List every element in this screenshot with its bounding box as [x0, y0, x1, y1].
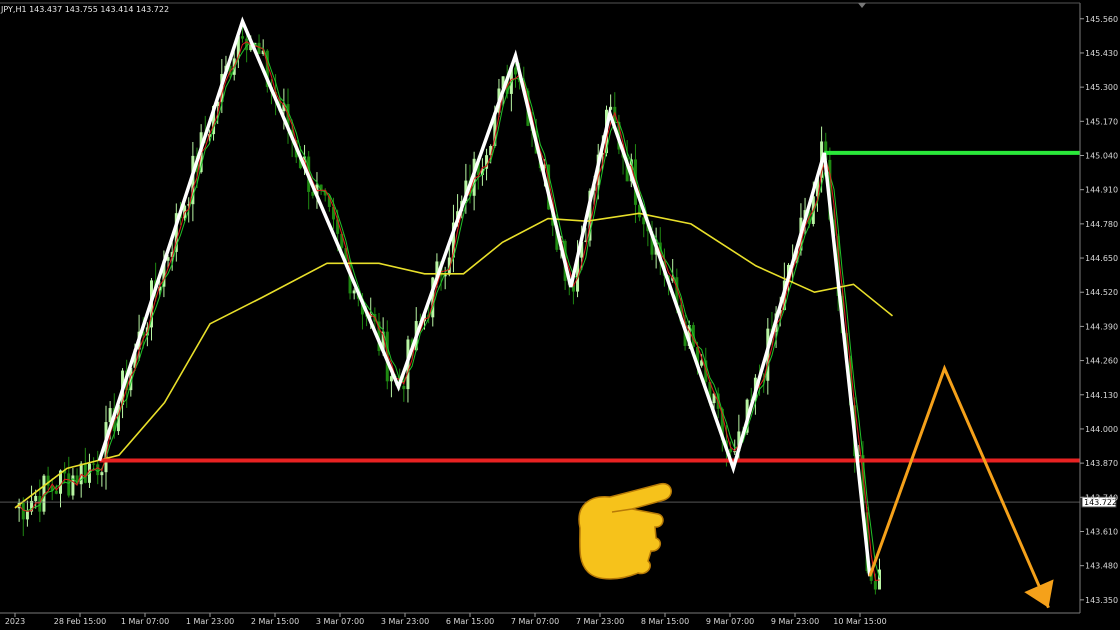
y-tick-label: 144.390 — [1085, 322, 1118, 331]
y-tick-label: 144.780 — [1085, 220, 1118, 229]
candle-body — [67, 473, 71, 496]
y-tick-label: 145.560 — [1085, 15, 1118, 24]
x-tick-label: 2 Mar 15:00 — [251, 617, 299, 626]
x-tick-label: 7 Mar 07:00 — [511, 617, 559, 626]
chart-header-text: JPY,H1 143.437 143.755 143.414 143.722 — [0, 5, 169, 14]
x-tick-label: 10 Mar 15:00 — [833, 617, 886, 626]
ma-mid-line — [14, 41, 880, 578]
candle-body — [241, 36, 244, 39]
candle-body — [83, 463, 87, 483]
axes-layer: 145.560 145.430 145.300 145.170 145.040 144.9… — [0, 2, 1118, 626]
x-tick-label: 2023 — [5, 617, 25, 626]
candle-body — [729, 448, 733, 453]
x-tick-label: 28 Feb 15:00 — [54, 617, 106, 626]
triangle-down-icon — [858, 3, 866, 8]
zigzag-line — [97, 16, 872, 577]
y-tick-label: 143.610 — [1085, 527, 1118, 536]
y-tick-label: 145.040 — [1085, 152, 1118, 161]
candle-body — [96, 464, 100, 476]
candle-body — [514, 67, 517, 75]
x-tick-label: 1 Mar 23:00 — [186, 617, 234, 626]
candle-body — [402, 386, 406, 390]
x-tick-label: 1 Mar 07:00 — [121, 617, 169, 626]
y-tick-label: 143.870 — [1085, 459, 1118, 468]
pointing-hand-shape — [578, 482, 672, 580]
y-tick-label: 145.430 — [1085, 49, 1118, 58]
x-tick-label: 3 Mar 07:00 — [316, 617, 364, 626]
candle-body — [21, 502, 25, 520]
x-tick-label: 9 Mar 07:00 — [706, 617, 754, 626]
levels-layer: 143.722 — [0, 150, 1117, 508]
y-tick-label: 145.170 — [1085, 117, 1118, 126]
zigzag-layer — [97, 16, 872, 577]
candle-body — [25, 511, 29, 520]
price-chart[interactable]: JPY,H1 143.437 143.755 143.414 143.722 1… — [0, 0, 1120, 630]
candle-body — [352, 290, 356, 294]
ma-fast-line — [14, 41, 880, 582]
y-tick-label: 144.910 — [1085, 186, 1118, 195]
y-tick-label: 144.260 — [1085, 357, 1118, 366]
y-tick-label: 143.480 — [1085, 562, 1118, 571]
candle-body — [257, 42, 261, 54]
candle-body — [873, 580, 877, 590]
y-tick-label: 144.130 — [1085, 391, 1118, 400]
x-tick-label: 9 Mar 23:00 — [771, 617, 819, 626]
x-tick-label: 3 Mar 23:00 — [381, 617, 429, 626]
candle-body — [34, 495, 38, 501]
projection-line — [868, 364, 1050, 609]
y-tick-label: 144.650 — [1085, 254, 1118, 263]
projection-layer — [868, 364, 1054, 609]
chart-area[interactable]: JPY,H1 143.437 143.755 143.414 143.722 1… — [0, 0, 1120, 630]
y-tick-label: 144.520 — [1085, 288, 1118, 297]
candle-body — [92, 463, 96, 465]
pointing-hand-icon — [578, 482, 672, 580]
y-tick-label: 143.350 — [1085, 596, 1118, 605]
y-tick-label: 143.740 — [1085, 493, 1118, 502]
y-tick-label: 145.300 — [1085, 83, 1118, 92]
x-tick-label: 6 Mar 15:00 — [446, 617, 494, 626]
candle-body — [54, 490, 58, 494]
y-tick-label: 144.000 — [1085, 425, 1118, 434]
candle-body — [100, 472, 104, 476]
x-tick-label: 7 Mar 23:00 — [576, 617, 624, 626]
x-tick-label: 8 Mar 15:00 — [641, 617, 689, 626]
